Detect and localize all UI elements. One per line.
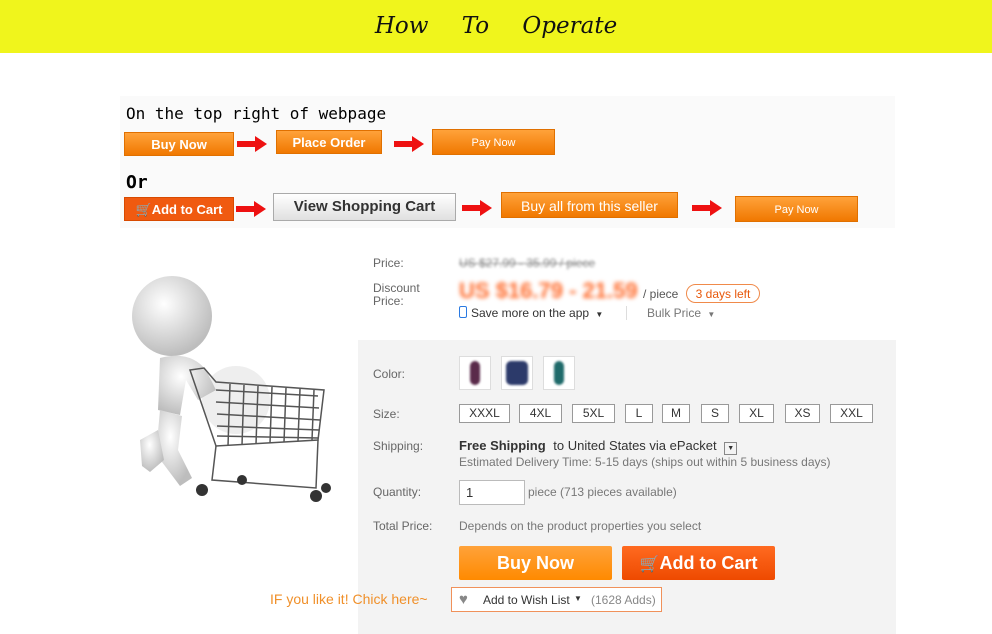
add-to-cart-button[interactable]: 🛒Add to Cart (622, 546, 775, 580)
save-app-label: Save more on the app (471, 306, 590, 320)
shipping-dropdown-icon[interactable]: ▼ (724, 442, 738, 455)
shipping-info: Free Shipping to United States via ePack… (459, 438, 738, 455)
size-option[interactable]: 5XL (572, 404, 615, 423)
wishlist-promo-text: IF you like it! Chick here~ (270, 591, 428, 607)
size-option[interactable]: M (662, 404, 690, 423)
size-option[interactable]: L (625, 404, 653, 423)
flow-pay-now-button-2[interactable]: Pay Now (735, 196, 858, 222)
arrow-right-icon (237, 136, 267, 152)
size-option[interactable]: XXXL (459, 404, 510, 423)
quantity-label: Quantity: (373, 485, 422, 499)
chevron-down-icon: ▼ (595, 310, 604, 319)
page-title: How To Operate (374, 13, 618, 39)
per-piece-label: / piece (643, 287, 679, 301)
flow-place-order-button[interactable]: Place Order (276, 130, 382, 154)
product-image (132, 276, 331, 502)
bulk-price-label: Bulk Price (647, 306, 702, 320)
flow-view-cart-button[interactable]: View Shopping Cart (273, 193, 456, 221)
buy-now-button[interactable]: Buy Now (459, 546, 612, 580)
arrow-right-icon (236, 201, 266, 217)
size-option[interactable]: XL (739, 404, 774, 423)
discount-label-line1: Discount (373, 281, 420, 295)
quantity-input[interactable]: 1 (459, 480, 525, 505)
shipping-destination: to United States via ePacket (553, 438, 717, 453)
cart-icon: 🛒 (135, 202, 152, 217)
delivery-estimate: Estimated Delivery Time: 5-15 days (ship… (459, 455, 831, 469)
price-label: Price: (373, 256, 404, 270)
color-swatch-purple[interactable] (459, 356, 491, 390)
size-option[interactable]: S (701, 404, 729, 423)
size-option[interactable]: XS (785, 404, 820, 423)
free-shipping-text: Free Shipping (459, 438, 546, 453)
phone-icon (459, 306, 467, 318)
days-left-badge: 3 days left (686, 284, 760, 303)
instructions-heading: On the top right of webpage (126, 104, 387, 123)
heart-icon: ♥ (459, 591, 468, 608)
color-label: Color: (373, 367, 406, 381)
size-option[interactable]: 4XL (519, 404, 562, 423)
shipping-label: Shipping: (373, 439, 424, 453)
wishlist-count: (1628 Adds) (591, 593, 656, 607)
chevron-down-icon: ▼ (574, 594, 582, 603)
pieces-available: piece (713 pieces available) (528, 485, 677, 499)
color-swatch-navy[interactable] (501, 356, 533, 390)
or-label: Or (126, 172, 148, 193)
wishlist-button[interactable]: ♥ Add to Wish List ▼ (1628 Adds) (451, 587, 662, 612)
discount-price: US $16.79 - 21.59 (459, 278, 638, 303)
arrow-right-icon (394, 136, 424, 152)
wishlist-label: Add to Wish List (483, 593, 570, 607)
flow-add-to-cart-button[interactable]: 🛒Add to Cart (124, 197, 234, 221)
save-app-link[interactable]: Save more on the app ▼ (459, 306, 603, 320)
flow-pay-now-button[interactable]: Pay Now (432, 129, 555, 155)
flow-buy-all-button[interactable]: Buy all from this seller (501, 192, 678, 218)
arrow-right-icon (692, 200, 722, 216)
chevron-down-icon: ▼ (707, 310, 716, 319)
original-price: US $27.99 - 35.99 / piece (459, 256, 596, 270)
cart-icon: 🛒 (639, 556, 660, 573)
size-label: Size: (373, 407, 400, 421)
arrow-right-icon (462, 200, 492, 216)
total-price-value: Depends on the product properties you se… (459, 519, 702, 533)
bulk-price-dropdown[interactable]: Bulk Price ▼ (647, 306, 715, 320)
total-price-label: Total Price: (373, 519, 433, 533)
flow-buy-now-button[interactable]: Buy Now (124, 132, 234, 156)
size-option[interactable]: XXL (830, 404, 873, 423)
flow-add-to-cart-label: Add to Cart (151, 202, 223, 217)
color-swatch-teal[interactable] (543, 356, 575, 390)
discount-label-line2: Price: (373, 294, 404, 308)
add-to-cart-label: Add to Cart (659, 553, 758, 573)
divider (626, 306, 627, 320)
